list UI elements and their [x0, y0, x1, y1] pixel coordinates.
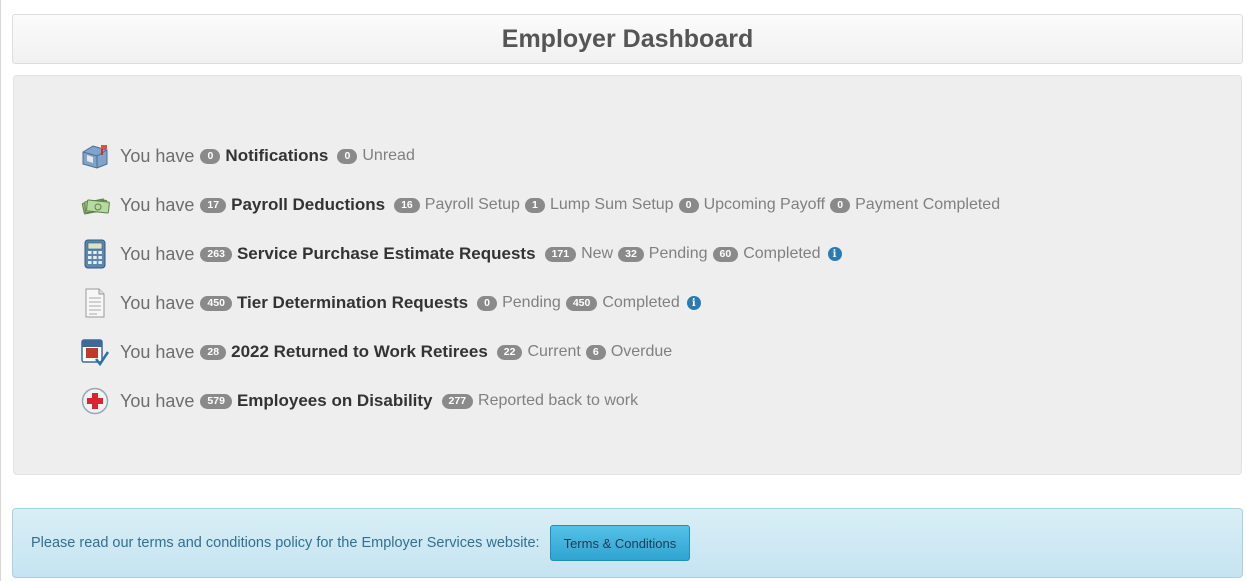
count-badge: 579: [200, 393, 232, 409]
count-badge: 1: [524, 197, 545, 213]
row-title[interactable]: Tier Determination Requests: [237, 293, 468, 313]
money-icon: [78, 188, 112, 222]
detail-label[interactable]: Current: [527, 343, 580, 361]
info-icon[interactable]: i: [827, 247, 842, 261]
count-badge: 171: [544, 246, 577, 262]
count-badge: 6: [585, 344, 606, 360]
dashboard-panel: You have 0 Notifications 0 Unread You ha…: [13, 75, 1242, 475]
page-left-border: [0, 0, 1, 581]
detail-label[interactable]: New: [581, 245, 613, 263]
dashboard-row-disability[interactable]: You have 579 Employees on Disability 277…: [78, 384, 643, 418]
dashboard-header: Employer Dashboard: [12, 14, 1243, 64]
row-title[interactable]: Payroll Deductions: [231, 195, 385, 215]
count-badge: 0: [678, 197, 699, 213]
terms-alert: Please read our terms and conditions pol…: [12, 508, 1243, 578]
detail-label[interactable]: Unread: [362, 147, 414, 165]
count-badge: 16: [394, 197, 420, 213]
row-intro-text: You have: [120, 341, 195, 362]
dashboard-row-notifications[interactable]: You have 0 Notifications 0 Unread: [78, 139, 420, 173]
mailbox-icon: [78, 139, 112, 173]
document-icon: [78, 286, 112, 320]
dashboard-row-payroll-deductions[interactable]: You have 17 Payroll Deductions 16 Payrol…: [78, 188, 1005, 222]
count-badge: 277: [441, 393, 474, 409]
count-badge: 0: [830, 197, 851, 213]
detail-label[interactable]: Pending: [649, 245, 708, 263]
row-intro-text: You have: [120, 390, 195, 411]
terms-text: Please read our terms and conditions pol…: [31, 535, 540, 551]
medical-cross-icon: [78, 384, 112, 418]
terms-conditions-button[interactable]: Terms & Conditions: [549, 525, 691, 561]
count-badge: 0: [337, 148, 358, 164]
count-badge: 17: [200, 197, 227, 213]
detail-label[interactable]: Completed: [743, 245, 820, 263]
row-title[interactable]: Employees on Disability: [237, 391, 433, 411]
info-icon[interactable]: i: [686, 296, 701, 310]
count-badge: 28: [200, 344, 227, 360]
dashboard-row-service-purchase[interactable]: You have 263 Service Purchase Estimate R…: [78, 237, 842, 271]
row-intro-text: You have: [120, 292, 195, 313]
count-badge: 450: [200, 295, 232, 311]
count-badge: 22: [496, 344, 523, 360]
detail-label[interactable]: Completed: [602, 294, 679, 312]
row-title[interactable]: Service Purchase Estimate Requests: [237, 244, 536, 264]
row-intro-text: You have: [120, 145, 195, 166]
dashboard-row-tier-determination[interactable]: You have 450 Tier Determination Requests…: [78, 286, 701, 320]
detail-label[interactable]: Lump Sum Setup: [550, 196, 674, 214]
detail-label[interactable]: Payroll Setup: [425, 196, 520, 214]
row-intro-text: You have: [120, 194, 195, 215]
count-badge: 263: [200, 246, 232, 262]
dashboard-row-returned-to-work[interactable]: You have 28 2022 Returned to Work Retire…: [78, 335, 677, 369]
detail-label[interactable]: Reported back to work: [478, 392, 638, 410]
calendar-check-icon: [78, 335, 112, 369]
count-badge: 450: [565, 295, 598, 311]
row-title[interactable]: Notifications: [225, 146, 328, 166]
row-title[interactable]: 2022 Returned to Work Retirees: [231, 342, 488, 362]
calculator-icon: [78, 237, 112, 271]
detail-label[interactable]: Pending: [502, 294, 561, 312]
count-badge: 0: [477, 295, 498, 311]
count-badge: 60: [712, 246, 739, 262]
detail-label[interactable]: Payment Completed: [855, 196, 1000, 214]
page-title: Employer Dashboard: [501, 24, 754, 53]
count-badge: 0: [200, 148, 221, 164]
detail-label[interactable]: Overdue: [611, 343, 672, 361]
detail-label[interactable]: Upcoming Payoff: [704, 196, 826, 214]
row-intro-text: You have: [120, 243, 195, 264]
count-badge: 32: [618, 246, 644, 262]
